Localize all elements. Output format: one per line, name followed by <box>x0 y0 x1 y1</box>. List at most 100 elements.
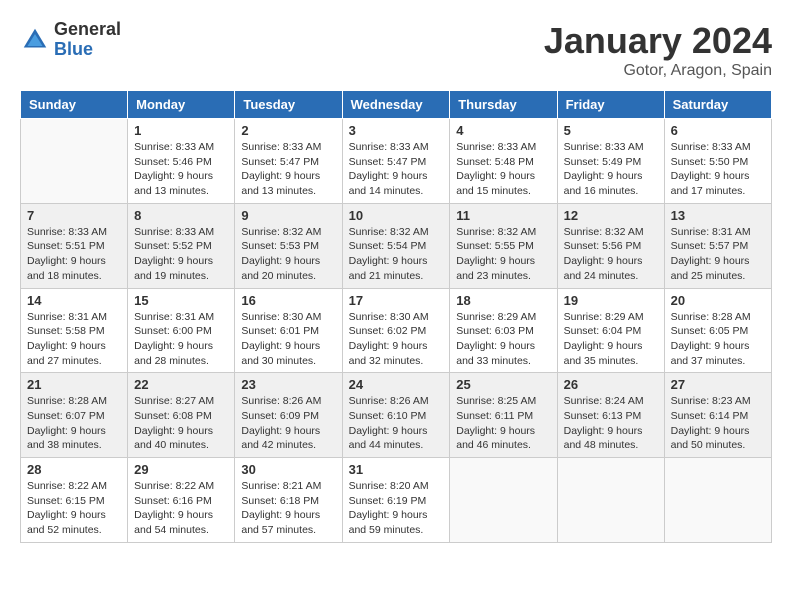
calendar-cell: 29 Sunrise: 8:22 AMSunset: 6:16 PMDayligh… <box>128 458 235 543</box>
calendar-cell: 20 Sunrise: 8:28 AMSunset: 6:05 PMDayligh… <box>664 288 771 373</box>
day-number: 5 <box>564 123 658 138</box>
calendar-day-header: Monday <box>128 91 235 119</box>
day-number: 10 <box>349 208 444 223</box>
day-info: Sunrise: 8:33 AMSunset: 5:47 PMDaylight:… <box>349 140 444 199</box>
day-number: 22 <box>134 377 228 392</box>
calendar-cell: 23 Sunrise: 8:26 AMSunset: 6:09 PMDayligh… <box>235 373 342 458</box>
day-info: Sunrise: 8:30 AMSunset: 6:02 PMDaylight:… <box>349 310 444 369</box>
day-number: 31 <box>349 462 444 477</box>
day-number: 26 <box>564 377 658 392</box>
day-info: Sunrise: 8:20 AMSunset: 6:19 PMDaylight:… <box>349 479 444 538</box>
calendar-cell: 30 Sunrise: 8:21 AMSunset: 6:18 PMDayligh… <box>235 458 342 543</box>
day-info: Sunrise: 8:31 AMSunset: 5:58 PMDaylight:… <box>27 310 121 369</box>
day-number: 16 <box>241 293 335 308</box>
day-info: Sunrise: 8:21 AMSunset: 6:18 PMDaylight:… <box>241 479 335 538</box>
day-number: 25 <box>456 377 550 392</box>
day-number: 29 <box>134 462 228 477</box>
day-info: Sunrise: 8:25 AMSunset: 6:11 PMDaylight:… <box>456 394 550 453</box>
calendar-cell: 4Sunrise: 8:33 AMSunset: 5:48 PMDaylight… <box>450 119 557 204</box>
day-info: Sunrise: 8:24 AMSunset: 6:13 PMDaylight:… <box>564 394 658 453</box>
calendar-week-row: 14 Sunrise: 8:31 AMSunset: 5:58 PMDayligh… <box>21 288 772 373</box>
calendar-cell: 25 Sunrise: 8:25 AMSunset: 6:11 PMDayligh… <box>450 373 557 458</box>
page-header: General Blue January 2024 Gotor, Aragon,… <box>20 20 772 80</box>
calendar-cell: 28 Sunrise: 8:22 AMSunset: 6:15 PMDayligh… <box>21 458 128 543</box>
day-number: 1 <box>134 123 228 138</box>
day-number: 14 <box>27 293 121 308</box>
day-number: 20 <box>671 293 765 308</box>
day-info: Sunrise: 8:33 AMSunset: 5:46 PMDaylight:… <box>134 140 228 199</box>
day-info: Sunrise: 8:22 AMSunset: 6:15 PMDaylight:… <box>27 479 121 538</box>
day-info: Sunrise: 8:30 AMSunset: 6:01 PMDaylight:… <box>241 310 335 369</box>
day-info: Sunrise: 8:32 AMSunset: 5:53 PMDaylight:… <box>241 225 335 284</box>
day-info: Sunrise: 8:28 AMSunset: 6:05 PMDaylight:… <box>671 310 765 369</box>
day-number: 18 <box>456 293 550 308</box>
logo-icon <box>20 25 50 55</box>
day-info: Sunrise: 8:26 AMSunset: 6:09 PMDaylight:… <box>241 394 335 453</box>
day-info: Sunrise: 8:26 AMSunset: 6:10 PMDaylight:… <box>349 394 444 453</box>
subtitle: Gotor, Aragon, Spain <box>544 62 772 80</box>
day-info: Sunrise: 8:32 AMSunset: 5:54 PMDaylight:… <box>349 225 444 284</box>
day-number: 12 <box>564 208 658 223</box>
calendar-day-header: Thursday <box>450 91 557 119</box>
calendar-body: 1 Sunrise: 8:33 AMSunset: 5:46 PMDaylight… <box>21 119 772 543</box>
calendar-cell: 17 Sunrise: 8:30 AMSunset: 6:02 PMDayligh… <box>342 288 450 373</box>
day-info: Sunrise: 8:33 AMSunset: 5:50 PMDaylight:… <box>671 140 765 199</box>
day-number: 7 <box>27 208 121 223</box>
calendar-cell: 12 Sunrise: 8:32 AMSunset: 5:56 PMDayligh… <box>557 203 664 288</box>
day-info: Sunrise: 8:29 AMSunset: 6:03 PMDaylight:… <box>456 310 550 369</box>
calendar-cell: 14 Sunrise: 8:31 AMSunset: 5:58 PMDayligh… <box>21 288 128 373</box>
day-info: Sunrise: 8:33 AMSunset: 5:52 PMDaylight:… <box>134 225 228 284</box>
day-info: Sunrise: 8:27 AMSunset: 6:08 PMDaylight:… <box>134 394 228 453</box>
calendar-cell: 15Sunrise: 8:31 AMSunset: 6:00 PMDayligh… <box>128 288 235 373</box>
calendar-cell <box>557 458 664 543</box>
calendar-cell: 11 Sunrise: 8:32 AMSunset: 5:55 PMDayligh… <box>450 203 557 288</box>
day-number: 8 <box>134 208 228 223</box>
day-info: Sunrise: 8:33 AMSunset: 5:48 PMDaylight:… <box>456 140 550 199</box>
day-number: 27 <box>671 377 765 392</box>
calendar-cell: 10 Sunrise: 8:32 AMSunset: 5:54 PMDayligh… <box>342 203 450 288</box>
day-info: Sunrise: 8:32 AMSunset: 5:56 PMDaylight:… <box>564 225 658 284</box>
day-number: 30 <box>241 462 335 477</box>
day-info: Sunrise: 8:33 AMSunset: 5:49 PMDaylight:… <box>564 140 658 199</box>
calendar-cell: 7 Sunrise: 8:33 AMSunset: 5:51 PMDaylight… <box>21 203 128 288</box>
calendar: SundayMondayTuesdayWednesdayThursdayFrid… <box>20 90 772 543</box>
day-info: Sunrise: 8:29 AMSunset: 6:04 PMDaylight:… <box>564 310 658 369</box>
main-title: January 2024 <box>544 20 772 62</box>
calendar-cell: 31 Sunrise: 8:20 AMSunset: 6:19 PMDayligh… <box>342 458 450 543</box>
calendar-day-header: Saturday <box>664 91 771 119</box>
day-info: Sunrise: 8:22 AMSunset: 6:16 PMDaylight:… <box>134 479 228 538</box>
day-number: 24 <box>349 377 444 392</box>
calendar-cell: 1 Sunrise: 8:33 AMSunset: 5:46 PMDaylight… <box>128 119 235 204</box>
day-info: Sunrise: 8:33 AMSunset: 5:47 PMDaylight:… <box>241 140 335 199</box>
day-number: 23 <box>241 377 335 392</box>
day-number: 3 <box>349 123 444 138</box>
calendar-cell: 27 Sunrise: 8:23 AMSunset: 6:14 PMDayligh… <box>664 373 771 458</box>
day-info: Sunrise: 8:32 AMSunset: 5:55 PMDaylight:… <box>456 225 550 284</box>
day-info: Sunrise: 8:23 AMSunset: 6:14 PMDaylight:… <box>671 394 765 453</box>
calendar-cell: 3 Sunrise: 8:33 AMSunset: 5:47 PMDaylight… <box>342 119 450 204</box>
calendar-cell: 24 Sunrise: 8:26 AMSunset: 6:10 PMDayligh… <box>342 373 450 458</box>
calendar-cell: 22 Sunrise: 8:27 AMSunset: 6:08 PMDayligh… <box>128 373 235 458</box>
calendar-cell: 16 Sunrise: 8:30 AMSunset: 6:01 PMDayligh… <box>235 288 342 373</box>
day-number: 19 <box>564 293 658 308</box>
calendar-header-row: SundayMondayTuesdayWednesdayThursdayFrid… <box>21 91 772 119</box>
day-info: Sunrise: 8:33 AMSunset: 5:51 PMDaylight:… <box>27 225 121 284</box>
calendar-cell <box>21 119 128 204</box>
calendar-cell: 13Sunrise: 8:31 AMSunset: 5:57 PMDayligh… <box>664 203 771 288</box>
title-section: January 2024 Gotor, Aragon, Spain <box>544 20 772 80</box>
calendar-cell <box>664 458 771 543</box>
logo-text: General Blue <box>54 20 121 60</box>
calendar-day-header: Wednesday <box>342 91 450 119</box>
day-number: 11 <box>456 208 550 223</box>
logo-blue: Blue <box>54 40 121 60</box>
calendar-week-row: 7 Sunrise: 8:33 AMSunset: 5:51 PMDaylight… <box>21 203 772 288</box>
day-number: 2 <box>241 123 335 138</box>
calendar-week-row: 28 Sunrise: 8:22 AMSunset: 6:15 PMDayligh… <box>21 458 772 543</box>
calendar-cell: 5 Sunrise: 8:33 AMSunset: 5:49 PMDaylight… <box>557 119 664 204</box>
day-number: 28 <box>27 462 121 477</box>
calendar-day-header: Sunday <box>21 91 128 119</box>
calendar-cell: 2 Sunrise: 8:33 AMSunset: 5:47 PMDaylight… <box>235 119 342 204</box>
calendar-cell: 6Sunrise: 8:33 AMSunset: 5:50 PMDaylight… <box>664 119 771 204</box>
day-number: 17 <box>349 293 444 308</box>
logo: General Blue <box>20 20 121 60</box>
